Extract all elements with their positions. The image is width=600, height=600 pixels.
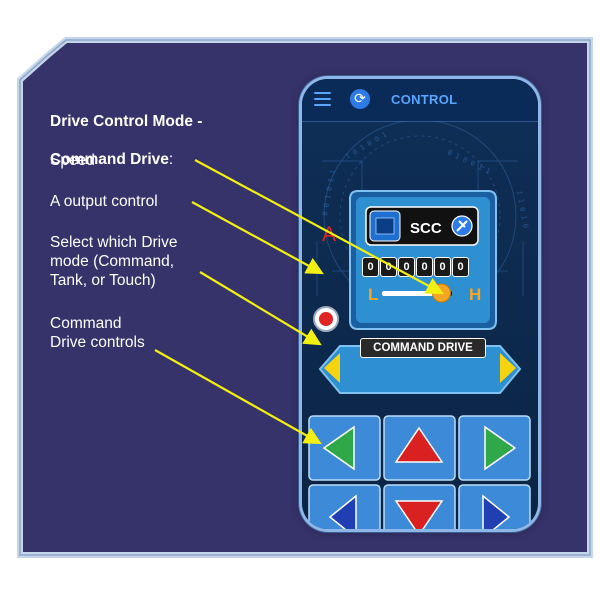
svg-text:0 0 1 0 1 1: 0 0 1 0 1 1	[321, 169, 337, 216]
command-drive-controls	[308, 415, 531, 529]
counter-digit: 0	[380, 257, 397, 277]
caption-speed: Speed	[50, 152, 95, 169]
hamburger-menu-icon[interactable]	[314, 92, 331, 106]
speed-high-label: H	[469, 285, 482, 304]
counter-digit: 0	[434, 257, 451, 277]
app-header: ⟳ CONTROL	[302, 79, 538, 122]
svg-text:1 1 0 1 0: 1 1 0 1 0	[515, 190, 529, 229]
caption-title-suffix: :	[168, 151, 174, 168]
control-screen-art: 1 0 1 0 0 1 0 1 0 0 1 1 0 0 1 0 1 1 1 1 …	[308, 121, 531, 529]
counter-digit: 0	[362, 257, 379, 277]
sync-icon[interactable]: ⟳	[350, 89, 370, 109]
counter-digit: 0	[416, 257, 433, 277]
mode-label: COMMAND DRIVE	[360, 338, 486, 358]
speed-low-label: L	[368, 285, 379, 304]
record-icon	[319, 312, 333, 326]
a-output-label: A	[322, 223, 337, 246]
caption-a-output: A output control	[50, 193, 158, 210]
counter-digit: 0	[452, 257, 469, 277]
caption-title-line1: Drive Control Mode -	[50, 113, 203, 130]
phone-screen: ⟳ CONTROL 1 0 1 0 0 1 0 1 0 0 1 1 0 0 1 …	[302, 79, 538, 529]
speed-slider-knob[interactable]	[432, 283, 451, 303]
caption-command-controls: Command Drive controls	[50, 315, 145, 351]
device-label: SCC	[410, 220, 442, 237]
app-title: CONTROL	[391, 92, 458, 107]
caption-select-mode: Select which Drive mode (Command, Tank, …	[50, 234, 178, 289]
infographic: Drive Control Mode - Command Drive: Spee…	[0, 0, 600, 600]
counter-digit: 0	[398, 257, 415, 277]
